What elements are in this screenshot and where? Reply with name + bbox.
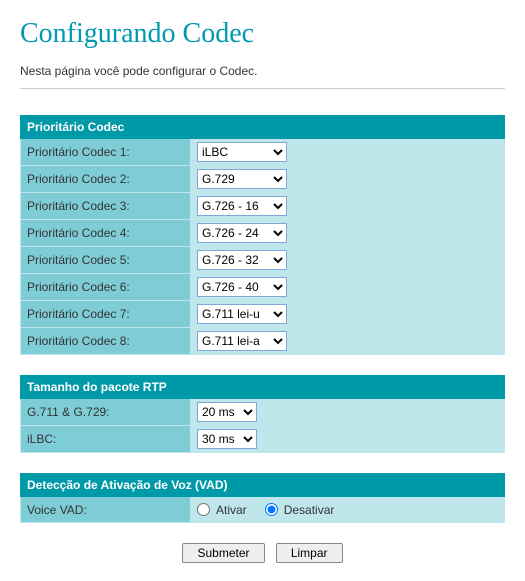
vad-deactivate-label[interactable]: Desativar [284,503,335,517]
rtp-packet-header: Tamanho do pacote RTP [21,376,505,399]
table-row: Prioritário Codec 5: G.726 - 32 [21,247,505,274]
codec-priority-label-3: Prioritário Codec 3: [21,193,191,220]
table-row: iLBC: 30 ms [21,426,505,453]
codec-priority-select-1[interactable]: iLBC [197,142,287,162]
vad-label: Voice VAD: [21,497,191,523]
vad-activate-label[interactable]: Ativar [216,503,247,517]
vad-activate-radio[interactable] [197,503,210,516]
rtp-ilbc-label: iLBC: [21,426,191,453]
codec-priority-select-7[interactable]: G.711 lei-u [197,304,287,324]
divider [20,88,505,89]
page-intro: Nesta página você pode configurar o Code… [20,64,505,78]
rtp-g711-g729-label: G.711 & G.729: [21,399,191,426]
codec-priority-select-5[interactable]: G.726 - 32 [197,250,287,270]
codec-priority-select-2[interactable]: G.729 [197,169,287,189]
codec-priority-label-5: Prioritário Codec 5: [21,247,191,274]
codec-priority-select-8[interactable]: G.711 lei-a [197,331,287,351]
submit-button[interactable]: Submeter [182,543,264,563]
table-row: Prioritário Codec 2: G.729 [21,166,505,193]
vad-table: Detecção de Ativação de Voz (VAD) Voice … [20,473,505,523]
codec-priority-label-8: Prioritário Codec 8: [21,328,191,355]
codec-priority-select-4[interactable]: G.726 - 24 [197,223,287,243]
table-row: Prioritário Codec 6: G.726 - 40 [21,274,505,301]
vad-header: Detecção de Ativação de Voz (VAD) [21,474,505,497]
codec-priority-table: Prioritário Codec Prioritário Codec 1: i… [20,115,505,355]
table-row: Voice VAD: Ativar Desativar [21,497,505,523]
rtp-g711-g729-select[interactable]: 20 ms [197,402,257,422]
codec-priority-header: Prioritário Codec [21,116,505,139]
table-row: Prioritário Codec 7: G.711 lei-u [21,301,505,328]
rtp-ilbc-select[interactable]: 30 ms [197,429,257,449]
table-row: Prioritário Codec 8: G.711 lei-a [21,328,505,355]
vad-deactivate-radio[interactable] [265,503,278,516]
codec-priority-label-6: Prioritário Codec 6: [21,274,191,301]
codec-priority-label-2: Prioritário Codec 2: [21,166,191,193]
table-row: Prioritário Codec 4: G.726 - 24 [21,220,505,247]
codec-priority-label-1: Prioritário Codec 1: [21,139,191,166]
table-row: G.711 & G.729: 20 ms [21,399,505,426]
codec-priority-select-3[interactable]: G.726 - 16 [197,196,287,216]
codec-priority-select-6[interactable]: G.726 - 40 [197,277,287,297]
page-title: Configurando Codec [20,18,505,50]
codec-priority-label-7: Prioritário Codec 7: [21,301,191,328]
reset-button[interactable]: Limpar [276,543,343,563]
table-row: Prioritário Codec 3: G.726 - 16 [21,193,505,220]
codec-priority-label-4: Prioritário Codec 4: [21,220,191,247]
table-row: Prioritário Codec 1: iLBC [21,139,505,166]
rtp-packet-table: Tamanho do pacote RTP G.711 & G.729: 20 … [20,375,505,453]
